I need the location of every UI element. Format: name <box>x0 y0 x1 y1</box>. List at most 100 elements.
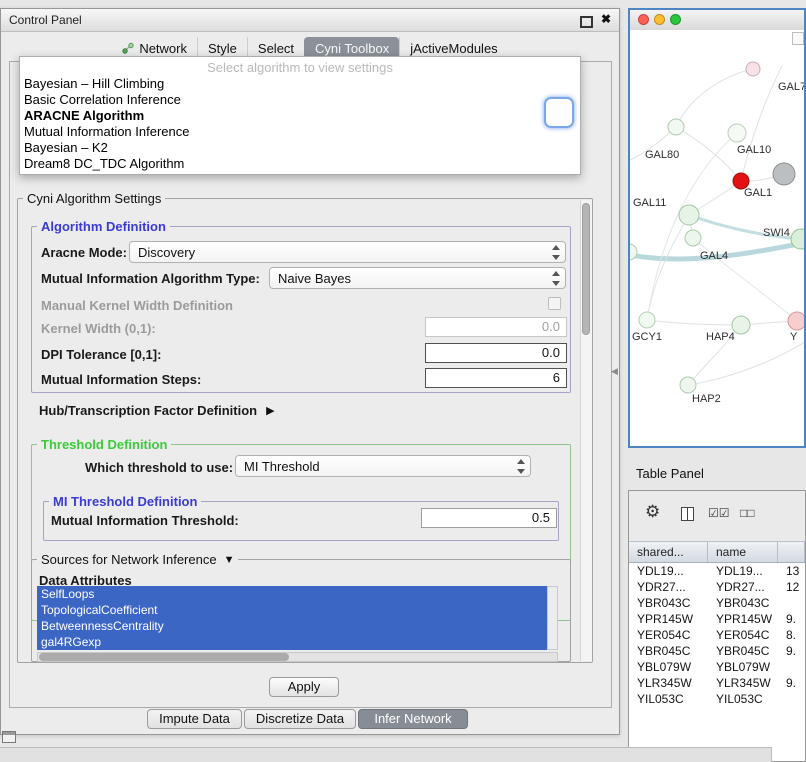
dropdown-item[interactable]: Bayesian – Hill Climbing <box>20 76 580 92</box>
table-cell: YBR043C <box>629 595 708 611</box>
table-cell: YBR045C <box>708 643 778 659</box>
apply-button[interactable]: Apply <box>269 677 339 697</box>
table-cell: 9. <box>778 675 805 691</box>
select-all-rows-icon[interactable]: ☑☑ <box>708 506 730 520</box>
dropdown-prompt: Select algorithm to view settings <box>20 59 580 76</box>
dropdown-item[interactable]: Basic Correlation Inference <box>20 92 580 108</box>
dropdown-item[interactable]: Dream8 DC_TDC Algorithm <box>20 156 580 172</box>
table-cell: YIL053C <box>708 691 778 707</box>
scrollbar-thumb[interactable] <box>39 653 289 661</box>
table-cell: YPR145W <box>708 611 778 627</box>
selected-value: Naive Bayes <box>278 270 351 288</box>
table-row[interactable]: YLR345WYLR345W9. <box>629 675 805 691</box>
control-panel-window: Control Panel ✖ NetworkStyleSelectCyni T… <box>0 8 620 735</box>
kernel-width-input[interactable]: 0.0 <box>425 317 567 337</box>
manual-kernel-width-checkbox[interactable] <box>548 297 561 310</box>
sources-toggle[interactable]: Sources for Network Inference ▼ <box>37 552 238 567</box>
table-cell: 13 <box>778 563 805 579</box>
table-cell: YLR345W <box>708 675 778 691</box>
network-svg: GAL7GAL80GAL10GAL1GAL11SWI4GAL4GCY1HAP4Y… <box>630 30 804 446</box>
bottom-tab-infer-network[interactable]: Infer Network <box>358 709 468 729</box>
column-visibility-icon[interactable] <box>681 507 694 521</box>
control-panel-titlebar[interactable]: Control Panel ✖ <box>1 9 619 32</box>
node-label: GCY1 <box>632 331 662 343</box>
network-node[interactable] <box>685 230 701 246</box>
restore-panel-icon[interactable] <box>2 731 16 743</box>
float-window-icon[interactable] <box>580 16 593 28</box>
table-cell: YER054C <box>629 627 708 643</box>
attribute-item[interactable]: TopologicalCoefficient <box>37 602 547 618</box>
table-cell: YER054C <box>708 627 778 643</box>
table-row[interactable]: YBR045CYBR045C9. <box>629 643 805 659</box>
mi-threshold-group-title: MI Threshold Definition <box>49 494 201 509</box>
node-label: GAL1 <box>744 187 772 199</box>
table-cell: YLR345W <box>629 675 708 691</box>
attributes-vertical-scrollbar[interactable] <box>547 586 558 650</box>
settings-gear-icon[interactable]: ⚙ <box>645 502 660 522</box>
attribute-item[interactable]: SelfLoops <box>37 586 547 602</box>
network-node[interactable] <box>728 124 746 142</box>
network-titlebar[interactable] <box>630 10 804 31</box>
node-label: HAP2 <box>692 393 721 405</box>
scrollbar-thumb[interactable] <box>582 203 590 335</box>
which-threshold-select[interactable]: MI Threshold <box>235 455 531 477</box>
bottom-tab-discretize-data[interactable]: Discretize Data <box>244 709 356 729</box>
panel-collapse-arrow-icon[interactable]: ◀ <box>611 366 618 377</box>
collapsed-bottom-panel <box>0 747 772 762</box>
algorithm-definition-title: Algorithm Definition <box>37 219 170 234</box>
mi-threshold-input[interactable]: 0.5 <box>421 508 557 528</box>
network-canvas[interactable]: GAL7GAL80GAL10GAL1GAL11SWI4GAL4GCY1HAP4Y… <box>630 30 804 446</box>
table-cell: 9. <box>778 611 805 627</box>
table-panel-title: Table Panel <box>636 466 704 481</box>
close-icon[interactable]: ✖ <box>601 12 611 26</box>
node-label: GAL80 <box>645 149 679 161</box>
mi-algorithm-type-label: Mutual Information Algorithm Type: <box>41 271 260 286</box>
column-header[interactable] <box>778 542 805 562</box>
mi-steps-input[interactable]: 6 <box>425 368 567 388</box>
table-row[interactable]: YIL053CYIL053C <box>629 691 805 707</box>
table-row[interactable]: YBL079WYBL079W <box>629 659 805 675</box>
deselect-all-rows-icon[interactable]: □□ <box>740 506 755 520</box>
table-row[interactable]: YBR043CYBR043C <box>629 595 805 611</box>
dropdown-item[interactable]: Mutual Information Inference <box>20 124 580 140</box>
attribute-item[interactable]: BetweennessCentrality <box>37 618 547 634</box>
table-cell: YBL079W <box>708 659 778 675</box>
table-row[interactable]: YDR27...YDR27...12 <box>629 579 805 595</box>
table-row[interactable]: YER054CYER054C8. <box>629 627 805 643</box>
attributes-horizontal-scrollbar[interactable] <box>37 652 558 662</box>
node-label: HAP4 <box>706 331 735 343</box>
window-close-icon[interactable] <box>638 14 649 25</box>
table-cell: YBR045C <box>629 643 708 659</box>
dpi-tolerance-input[interactable]: 0.0 <box>425 343 567 363</box>
window-zoom-icon[interactable] <box>670 14 681 25</box>
hub-definition-toggle[interactable]: Hub/Transcription Factor Definition ▶ <box>39 403 275 418</box>
dropdown-item[interactable]: Bayesian – K2 <box>20 140 580 156</box>
cyni-settings-group-title: Cyni Algorithm Settings <box>23 191 165 206</box>
window-minimize-icon[interactable] <box>654 14 665 25</box>
bottom-tab-impute-data[interactable]: Impute Data <box>147 709 242 729</box>
network-node[interactable] <box>639 312 655 328</box>
mi-algorithm-type-select[interactable]: Naive Bayes <box>269 267 566 289</box>
column-header[interactable]: name <box>708 542 778 562</box>
network-view-window: GAL7GAL80GAL10GAL1GAL11SWI4GAL4GCY1HAP4Y… <box>628 8 806 448</box>
network-node[interactable] <box>680 377 696 393</box>
network-node[interactable] <box>788 312 804 330</box>
network-node[interactable] <box>746 62 760 76</box>
network-node[interactable] <box>679 205 699 225</box>
table-row[interactable]: YPR145WYPR145W9. <box>629 611 805 627</box>
threshold-definition-title: Threshold Definition <box>37 437 171 452</box>
settings-scrollbar[interactable] <box>580 200 592 661</box>
table-cell <box>778 659 805 675</box>
network-node[interactable] <box>773 163 795 185</box>
aracne-mode-select[interactable]: Discovery <box>129 241 566 263</box>
attribute-item[interactable]: gal4RGexp <box>37 634 547 650</box>
network-edge <box>647 215 689 320</box>
table-row[interactable]: YDL19...YDL19...13 <box>629 563 805 579</box>
network-node[interactable] <box>668 119 684 135</box>
network-edge <box>647 320 741 325</box>
dropdown-item[interactable]: ARACNE Algorithm <box>20 108 580 124</box>
kernel-width-label: Kernel Width (0,1): <box>41 321 156 336</box>
network-edge <box>688 340 804 385</box>
network-scrollbar-button[interactable] <box>792 32 804 45</box>
column-header[interactable]: shared... <box>629 542 708 562</box>
